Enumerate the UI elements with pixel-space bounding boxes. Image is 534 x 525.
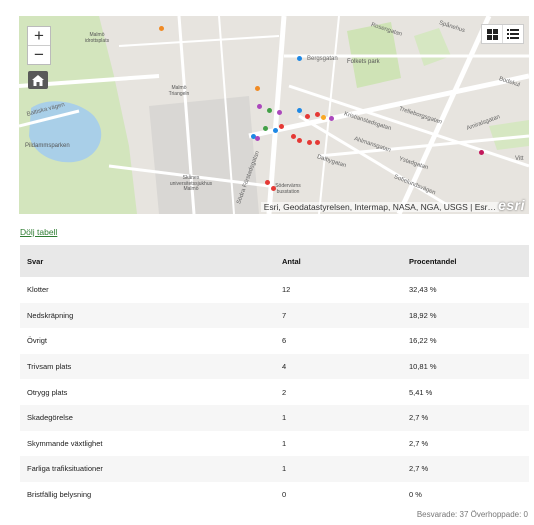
survey-map[interactable]: Malmö idrottsplats Malmö Triangeln Pilda…	[19, 16, 529, 214]
results-table: Svar Antal Procentandel Klotter 12 32,43…	[20, 245, 529, 507]
cell-percent: 32,43 %	[409, 285, 437, 295]
basemap-gallery-button[interactable]	[482, 25, 502, 43]
cell-answer: Klotter	[27, 285, 49, 295]
map-point[interactable]	[297, 108, 302, 113]
zoom-out-button[interactable]: −	[28, 45, 50, 64]
label-sjukhus: Skånes universitetssjukhus Malmö	[169, 175, 213, 192]
esri-logo[interactable]: esri	[498, 197, 525, 213]
cell-answer: Otrygg plats	[27, 387, 68, 397]
map-point[interactable]	[271, 186, 276, 191]
map-point[interactable]	[255, 136, 260, 141]
legend-list-button[interactable]	[502, 25, 523, 43]
cell-count: 0	[282, 490, 287, 500]
label-vitt: Vitt	[515, 156, 524, 162]
cell-count: 1	[282, 438, 287, 448]
header-antal: Antal	[275, 245, 402, 277]
map-point[interactable]	[321, 115, 326, 120]
cell-percent: 2,7 %	[402, 404, 529, 431]
label-pildammsparken: Pildammsparken	[25, 143, 70, 149]
label-malmo-idrottsplats: Malmö idrottsplats	[84, 32, 110, 44]
hide-table-link[interactable]: Dölj tabell	[20, 227, 57, 237]
home-button[interactable]	[28, 71, 48, 89]
map-point[interactable]	[273, 128, 278, 133]
cell-answer: Skymmande växtlighet	[27, 438, 103, 448]
table-row: Övrigt 6 16,22 %	[20, 328, 529, 354]
table-row: Farliga trafiksituationer 1 2,7 %	[20, 456, 529, 482]
zoom-control: + −	[27, 26, 51, 65]
cell-answer: Skadegörelse	[20, 404, 275, 431]
header-procentandel: Procentandel	[402, 245, 529, 277]
cell-answer: Trivsam plats	[20, 353, 275, 380]
map-point[interactable]	[159, 26, 164, 31]
map-attribution[interactable]: Esri, Geodatastyrelsen, Intermap, NASA, …	[260, 202, 499, 212]
response-summary: Besvarade: 37 Överhoppade: 0	[416, 510, 528, 519]
map-point[interactable]	[291, 134, 296, 139]
map-point[interactable]	[315, 112, 320, 117]
cell-count: 2	[282, 387, 287, 397]
cell-percent: 2,7 %	[409, 438, 429, 448]
table-row: Skymmande växtlighet 1 2,7 %	[20, 431, 529, 457]
cell-count: 4	[275, 353, 402, 380]
cell-percent: 0 %	[409, 490, 422, 500]
cell-count: 1	[275, 404, 402, 431]
zoom-in-button[interactable]: +	[28, 27, 50, 45]
table-row: Skadegörelse 1 2,7 %	[20, 404, 529, 431]
map-point[interactable]	[297, 56, 302, 61]
table-row: Nedskräpning 7 18,92 %	[20, 302, 529, 329]
map-point[interactable]	[255, 86, 260, 91]
cell-count: 7	[275, 302, 402, 329]
cell-answer: Övrigt	[27, 336, 48, 346]
cell-answer: Nedskräpning	[20, 302, 275, 329]
map-point[interactable]	[329, 116, 334, 121]
map-point[interactable]	[305, 114, 310, 119]
map-point[interactable]	[297, 138, 302, 143]
map-point[interactable]	[307, 140, 312, 145]
cell-answer: Bristfällig belysning	[27, 490, 92, 500]
table-row: Klotter 12 32,43 %	[20, 277, 529, 303]
map-point[interactable]	[265, 180, 270, 185]
grid-icon	[486, 28, 498, 40]
cell-percent: 16,22 %	[409, 336, 437, 346]
cell-count: 12	[282, 285, 291, 295]
cell-answer: Farliga trafiksituationer	[20, 456, 275, 482]
cell-percent: 18,92 %	[402, 302, 529, 329]
table-row: Otrygg plats 2 5,41 %	[20, 379, 529, 405]
table-row: Trivsam plats 4 10,81 %	[20, 353, 529, 380]
cell-count: 6	[282, 336, 287, 346]
table-header-row: Svar Antal Procentandel	[20, 245, 529, 277]
home-icon	[32, 74, 44, 86]
table-row: Bristfällig belysning 0 0 %	[20, 482, 529, 508]
map-point[interactable]	[279, 124, 284, 129]
map-view-switcher	[481, 24, 524, 44]
map-point[interactable]	[267, 108, 272, 113]
label-malmo-triangeln: Malmö Triangeln	[168, 85, 190, 97]
map-point[interactable]	[263, 126, 268, 131]
map-point[interactable]	[479, 150, 484, 155]
cell-percent: 2,7 %	[402, 456, 529, 482]
header-svar: Svar	[20, 245, 275, 277]
cell-count: 1	[275, 456, 402, 482]
cell-percent: 5,41 %	[409, 387, 433, 397]
cell-percent: 10,81 %	[402, 353, 529, 380]
label-folkets-park: Folkets park	[347, 59, 380, 65]
label-bergsgatan: Bergsgatan	[307, 56, 338, 62]
map-point[interactable]	[315, 140, 320, 145]
list-icon	[507, 29, 519, 39]
map-point[interactable]	[277, 110, 282, 115]
map-point[interactable]	[257, 104, 262, 109]
